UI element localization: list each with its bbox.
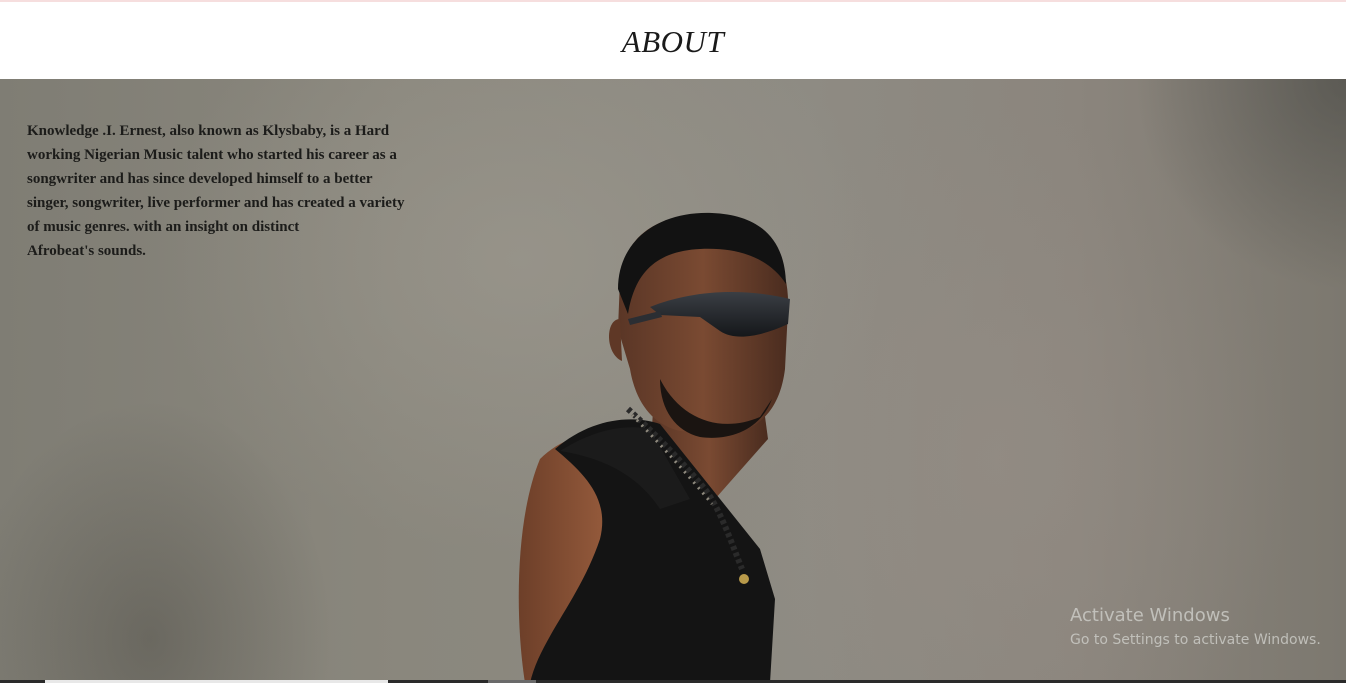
- ear: [608, 319, 622, 361]
- bio-line: working Nigerian Music talent who starte…: [27, 147, 397, 163]
- bio-line: Afrobeat's sounds.: [27, 243, 146, 259]
- bio-line: songwriter and has since developed himse…: [27, 171, 373, 187]
- artist-bio: Knowledge .I. Ernest, also known as Klys…: [27, 119, 427, 263]
- page-title: ABOUT: [621, 23, 725, 59]
- bio-line: Knowledge .I. Ernest, also known as Klys…: [27, 123, 390, 139]
- watermark-title: Activate Windows: [1070, 605, 1230, 626]
- about-header: ABOUT: [0, 2, 1346, 79]
- watermark-subtitle: Go to Settings to activate Windows.: [1070, 632, 1321, 648]
- bio-line: singer, songwriter, live performer and h…: [27, 195, 405, 211]
- about-hero-section: Knowledge .I. Ernest, also known as Klys…: [0, 79, 1346, 683]
- about-page: ABOUT Knowledge .I. Ernest, also known a…: [0, 0, 1348, 683]
- activate-windows-watermark: Activate Windows Go to Settings to activ…: [1070, 604, 1321, 650]
- necklace-pendant: [739, 574, 749, 584]
- bio-line: of music genres. with an insight on dist…: [27, 219, 300, 235]
